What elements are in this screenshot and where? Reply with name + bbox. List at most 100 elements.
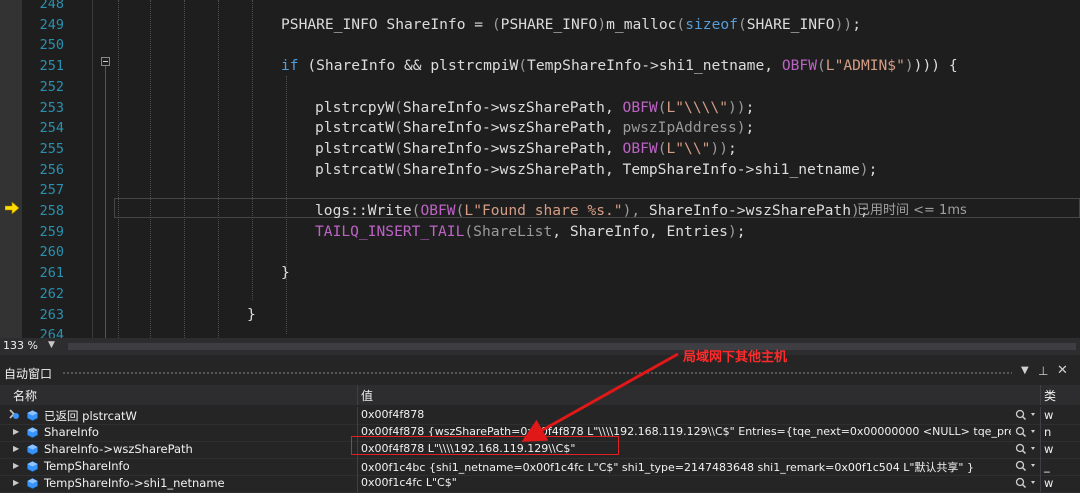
code-line[interactable]: 254 plstrcatW(ShareInfo->wszSharePath, pw…	[0, 118, 1080, 139]
code-line[interactable]: 250	[0, 35, 1080, 56]
line-number: 258	[39, 203, 64, 219]
line-number: 254	[39, 120, 64, 137]
text-visualizer-search-icon[interactable]	[1014, 459, 1040, 473]
line-number: 249	[39, 16, 64, 33]
line-number: 251	[39, 58, 64, 75]
code-line[interactable]: 257	[0, 180, 1080, 201]
line-number: 255	[39, 140, 64, 157]
line-number: 259	[39, 223, 64, 240]
expand-arrow-icon[interactable]: ▶	[13, 427, 19, 436]
perf-tip[interactable]: 已用时间 <= 1ms	[857, 201, 967, 222]
variable-type: w	[1044, 476, 1054, 490]
code-line[interactable]: 260	[0, 242, 1080, 263]
autos-column-header: 名称 值 类	[0, 385, 1080, 405]
code-text: }	[247, 305, 256, 323]
line-number: 250	[39, 37, 64, 54]
column-value-header[interactable]: 值	[361, 387, 373, 404]
line-number: 262	[39, 285, 64, 302]
column-divider[interactable]	[1040, 385, 1041, 405]
code-line[interactable]: 261}	[0, 263, 1080, 284]
code-line[interactable]: 258 logs::Write(OBFW(L"Found share %s."),…	[0, 201, 1080, 222]
column-divider	[357, 458, 358, 475]
autos-window: 自动窗口 ▼ ⊥ ✕ 名称 值 类 已返回 plstrcatW 0x00f4f87…	[0, 355, 1080, 493]
column-divider	[1040, 475, 1041, 492]
line-number: 257	[39, 182, 64, 199]
titlebar-grip[interactable]	[62, 371, 1012, 376]
code-line[interactable]: 263}	[0, 305, 1080, 326]
text-visualizer-search-icon[interactable]	[1014, 425, 1040, 439]
code-line[interactable]: 249 PSHARE_INFO ShareInfo = (PSHARE_INFO)…	[0, 15, 1080, 36]
column-divider	[357, 475, 358, 492]
code-line[interactable]: 251 if (ShareInfo && plstrcmpiW(TempShare…	[0, 56, 1080, 77]
line-number: 256	[39, 161, 64, 178]
column-divider	[357, 407, 358, 424]
text-visualizer-search-icon[interactable]	[1014, 442, 1040, 456]
text-visualizer-search-icon[interactable]	[1014, 408, 1040, 422]
code-line[interactable]: 253 plstrcpyW(ShareInfo->wszSharePath, OB…	[0, 98, 1080, 119]
zoom-level[interactable]: 133 %	[3, 339, 38, 352]
code-text: plstrcatW(ShareInfo->wszSharePath, OBFW(…	[315, 139, 737, 157]
variable-type: _	[1044, 459, 1050, 473]
code-text: PSHARE_INFO ShareInfo = (PSHARE_INFO)m_m…	[281, 15, 861, 33]
expand-arrow-icon[interactable]: ▶	[13, 478, 19, 487]
column-type-header[interactable]: 类	[1044, 387, 1056, 404]
variable-value[interactable]: 0x00f1c4bc {shi1_netname=0x00f1c4fc L"C$…	[361, 459, 1011, 475]
window-menu-dropdown-icon[interactable]: ▼	[1021, 365, 1029, 376]
code-text: logs::Write(OBFW(L"Found share %s."), Sh…	[315, 202, 869, 219]
code-line[interactable]: 262	[0, 284, 1080, 305]
line-number: 261	[39, 265, 64, 282]
code-text: TAILQ_INSERT_TAIL(ShareList, ShareInfo, …	[315, 222, 746, 240]
variable-icon	[27, 427, 38, 438]
autos-title: 自动窗口	[4, 367, 53, 381]
column-divider	[1040, 424, 1041, 441]
code-line[interactable]: 252	[0, 77, 1080, 98]
return-value-icon	[9, 409, 19, 419]
code-text: }	[281, 264, 290, 282]
expand-arrow-icon[interactable]: ▶	[13, 444, 19, 453]
text-visualizer-search-icon[interactable]	[1014, 476, 1040, 490]
variable-name: TempShareInfo->shi1_netname	[44, 476, 225, 490]
code-line[interactable]: 264	[0, 325, 1080, 338]
column-divider	[1040, 458, 1041, 475]
variable-type: w	[1044, 408, 1054, 422]
expand-arrow-icon[interactable]: ▶	[13, 461, 19, 470]
value-highlight-box	[351, 436, 619, 455]
autos-row[interactable]: ▶ TempShareInfo 0x00f1c4bc {shi1_netname=0…	[0, 458, 1080, 476]
pin-icon[interactable]: ⊥	[1038, 364, 1048, 378]
variable-value[interactable]: 0x00f4f878	[361, 408, 1011, 421]
horizontal-scrollbar[interactable]	[68, 343, 1076, 350]
code-text: plstrcatW(ShareInfo->wszSharePath, TempS…	[315, 160, 878, 178]
editor-status-bar: 133 % ▼	[0, 338, 1080, 355]
code-line[interactable]: 259 TAILQ_INSERT_TAIL(ShareList, ShareInf…	[0, 222, 1080, 243]
line-number: 253	[39, 99, 64, 116]
code-line[interactable]: 256 plstrcatW(ShareInfo->wszSharePath, Te…	[0, 160, 1080, 181]
variable-name: ShareInfo->wszSharePath	[44, 442, 193, 456]
code-text: plstrcpyW(ShareInfo->wszSharePath, OBFW(…	[315, 98, 755, 116]
line-number: 248	[39, 0, 64, 12]
code-line[interactable]: 248	[0, 0, 1080, 15]
variable-icon	[27, 444, 38, 455]
column-divider	[1040, 441, 1041, 458]
variable-name: ShareInfo	[44, 425, 99, 439]
line-number: 264	[39, 327, 64, 338]
column-divider[interactable]	[357, 385, 358, 405]
zoom-dropdown-icon[interactable]: ▼	[48, 340, 55, 350]
variable-type: n	[1044, 425, 1052, 439]
variable-icon	[27, 478, 38, 489]
line-number: 260	[39, 244, 64, 261]
annotation-text: 局域网下其他主机	[683, 350, 788, 365]
code-line[interactable]: 255 plstrcatW(ShareInfo->wszSharePath, OB…	[0, 139, 1080, 160]
variable-icon	[27, 461, 38, 472]
code-text: if (ShareInfo && plstrcmpiW(TempShareInf…	[281, 57, 958, 75]
variable-name: TempShareInfo	[44, 459, 130, 473]
close-icon[interactable]: ✕	[1057, 363, 1068, 378]
line-number: 252	[39, 78, 64, 95]
autos-row[interactable]: ▶ TempShareInfo->shi1_netname 0x00f1c4fc L…	[0, 475, 1080, 493]
autos-row[interactable]: 已返回 plstrcatW 0x00f4f878 w	[0, 407, 1080, 425]
variable-name: 已返回 plstrcatW	[44, 409, 137, 423]
column-name-header[interactable]: 名称	[13, 387, 37, 404]
code-editor[interactable]: 248 249 PSHARE_INFO ShareInfo = (PSHARE_IN…	[0, 0, 1080, 338]
code-text: plstrcatW(ShareInfo->wszSharePath, pwszI…	[315, 119, 755, 137]
variable-icon	[27, 410, 38, 421]
variable-value[interactable]: 0x00f1c4fc L"C$"	[361, 476, 1011, 489]
